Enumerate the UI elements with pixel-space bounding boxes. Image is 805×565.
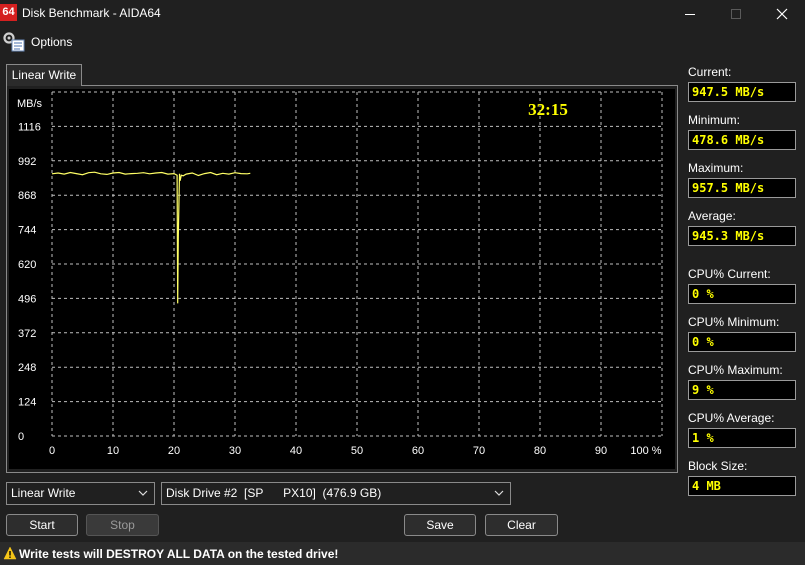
aida64-logo-icon: 64 (0, 4, 17, 21)
maximum-label: Maximum: (688, 161, 744, 175)
y-axis-label: MB/s (17, 98, 43, 110)
close-icon (776, 8, 788, 20)
clear-button[interactable]: Clear (485, 514, 558, 536)
minimum-value: 478.6 MB/s (688, 130, 796, 150)
window-title: Disk Benchmark - AIDA64 (22, 6, 161, 20)
cpu-average-value: 1 % (688, 428, 796, 448)
cpu-minimum-label: CPU% Minimum: (688, 315, 780, 329)
x-tick-label: 80 (534, 445, 546, 457)
cpu-average-label: CPU% Average: (688, 411, 775, 425)
y-tick-label: 992 (18, 156, 36, 168)
drive-select-value: Disk Drive #2 [SP PX10] (476.9 GB) (166, 486, 382, 500)
chevron-down-icon (138, 490, 148, 496)
benchmark-chart: 0 124 248 372 496 620 744 868 992 1116 0 10 20 30 40 5… (9, 89, 675, 469)
test-type-select[interactable]: Linear Write (6, 482, 155, 505)
y-tick-label: 372 (18, 328, 36, 340)
minimum-label: Minimum: (688, 113, 741, 127)
maximize-icon (731, 9, 741, 19)
cpu-current-label: CPU% Current: (688, 267, 771, 281)
current-value: 947.5 MB/s (688, 82, 796, 102)
chevron-down-icon (494, 490, 504, 496)
x-tick-label: 60 (412, 445, 424, 457)
block-size-label: Block Size: (688, 459, 748, 473)
x-tick-label: 10 (107, 445, 119, 457)
minimize-button[interactable] (667, 0, 713, 28)
maximize-button (713, 0, 759, 28)
y-tick-label: 620 (18, 259, 36, 271)
menu-bar (0, 28, 805, 56)
close-button[interactable] (759, 0, 805, 28)
y-tick-label: 0 (18, 431, 24, 443)
title-bar[interactable]: 64 Disk Benchmark - AIDA64 (0, 0, 805, 28)
x-tick-label: 90 (595, 445, 607, 457)
warning-text: Write tests will DESTROY ALL DATA on the… (19, 547, 339, 561)
y-tick-label: 124 (18, 397, 36, 409)
y-tick-label: 744 (18, 225, 36, 237)
chart-background (9, 89, 675, 469)
x-tick-label: 0 (49, 445, 55, 457)
test-type-select-value: Linear Write (11, 486, 76, 500)
x-tick-label: 70 (473, 445, 485, 457)
maximum-value: 957.5 MB/s (688, 178, 796, 198)
save-button[interactable]: Save (404, 514, 476, 536)
warning-icon (3, 546, 17, 560)
start-button[interactable]: Start (6, 514, 78, 536)
options-menu[interactable]: Options (31, 35, 72, 49)
cpu-minimum-value: 0 % (688, 332, 796, 352)
current-label: Current: (688, 65, 732, 79)
tab-linear-write[interactable]: Linear Write (6, 64, 82, 86)
cpu-current-value: 0 % (688, 284, 796, 304)
average-value: 945.3 MB/s (688, 226, 796, 246)
x-tick-label: 50 (351, 445, 363, 457)
y-tick-label: 248 (18, 362, 36, 374)
block-size-value: 4 MB (688, 476, 796, 496)
y-tick-label: 496 (18, 293, 36, 305)
y-tick-label: 868 (18, 190, 36, 202)
cpu-maximum-value: 9 % (688, 380, 796, 400)
x-tick-label: 20 (168, 445, 180, 457)
stop-button: Stop (86, 514, 159, 536)
average-label: Average: (688, 209, 736, 223)
options-icon[interactable] (2, 31, 26, 53)
cpu-maximum-label: CPU% Maximum: (688, 363, 783, 377)
x-tick-label: 100 % (630, 445, 661, 457)
elapsed-timer: 32:15 (528, 100, 568, 119)
x-tick-label: 30 (229, 445, 241, 457)
x-tick-label: 40 (290, 445, 302, 457)
drive-select[interactable]: Disk Drive #2 [SP PX10] (476.9 GB) (161, 482, 511, 505)
y-tick-label: 1116 (18, 121, 41, 133)
minimize-icon (685, 14, 695, 15)
